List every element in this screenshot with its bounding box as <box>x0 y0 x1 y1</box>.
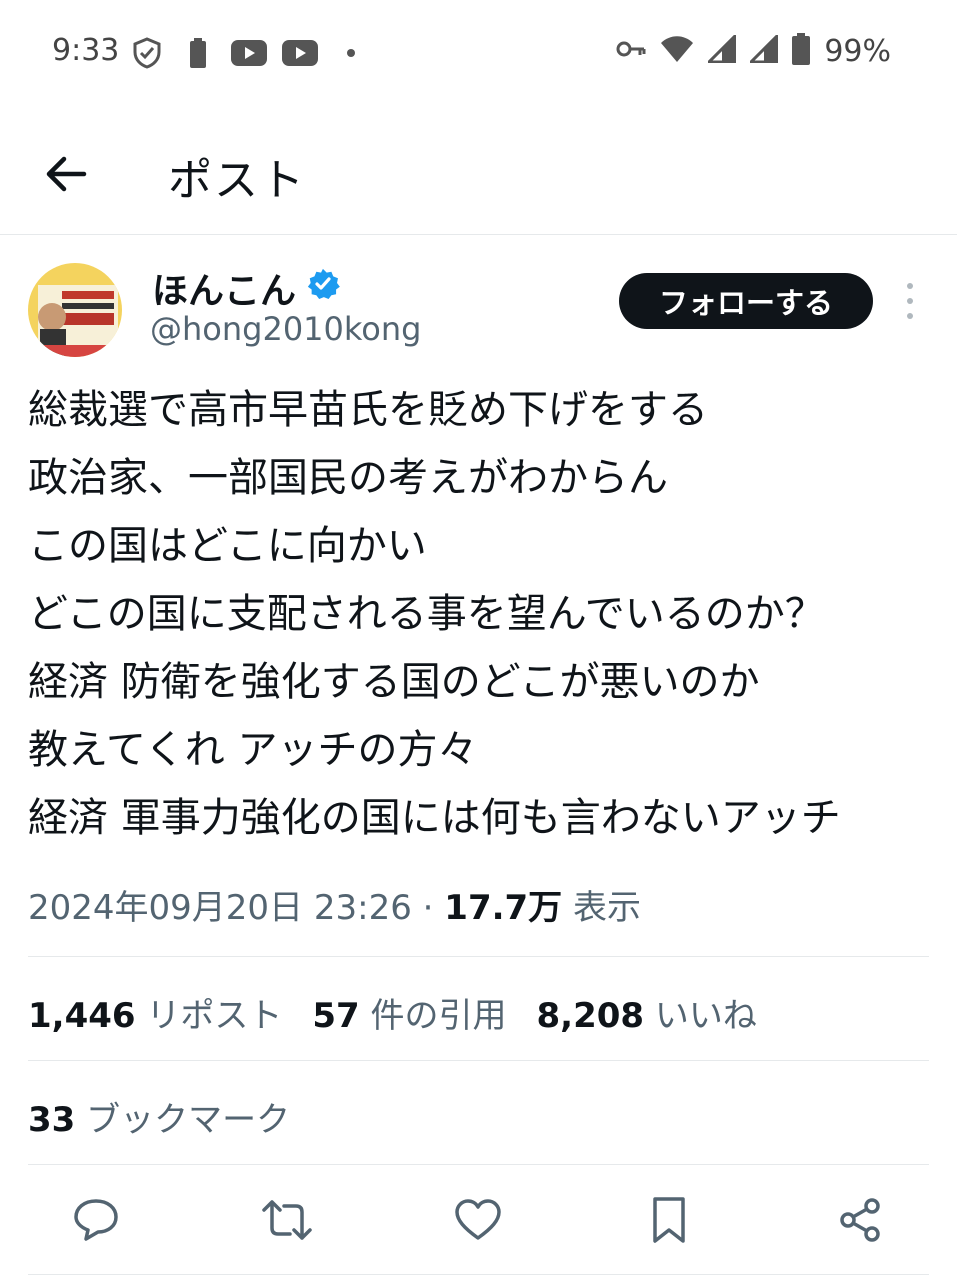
meta-separator: · <box>411 888 445 928</box>
follow-button[interactable]: フォローする <box>619 273 873 329</box>
author-name[interactable]: ほんこん <box>152 262 340 314</box>
arrow-left-icon <box>46 156 87 192</box>
quotes-stat[interactable]: 57 件の引用 <box>312 988 506 1037</box>
post-text-line: この国はどこに向かい <box>28 523 427 569</box>
status-icons-right: 99% <box>616 32 891 69</box>
divider <box>28 1164 929 1165</box>
status-time: 9:33 <box>52 33 120 68</box>
author-name-text: ほんこん <box>152 271 297 312</box>
like-heart-icon[interactable] <box>448 1190 508 1250</box>
signal-icon <box>705 32 737 67</box>
share-icon[interactable] <box>830 1190 890 1250</box>
likes-stat[interactable]: 8,208 いいね <box>537 988 757 1037</box>
divider <box>28 956 929 957</box>
quotes-label: 件の引用 <box>370 996 507 1036</box>
post-text-line: 経済 軍事力強化の国には何も言わないアッチ <box>28 795 841 841</box>
post-meta: 2024年09月20日 23:26 · 17.7万 表示 <box>28 880 641 929</box>
wifi-icon <box>660 35 694 67</box>
post-text-line: 経済 防衛を強化する国のどこが悪いのか <box>28 659 760 705</box>
post-timestamp[interactable]: 2024年09月20日 23:26 <box>28 888 412 928</box>
youtube-icon <box>231 36 267 70</box>
top-app-bar: ポスト <box>0 120 957 235</box>
bookmarks-count: 33 <box>28 1100 76 1140</box>
bookmark-icon[interactable] <box>639 1190 699 1250</box>
battery-percent: 99% <box>824 33 891 69</box>
avatar[interactable] <box>28 263 122 357</box>
page-title: ポスト <box>168 155 306 206</box>
post-text: 総裁選で高市早苗氏を貶め下げをする 政治家、一部国民の考えがわからん この国はど… <box>28 376 938 852</box>
quotes-count: 57 <box>312 996 360 1036</box>
battery-saver-icon <box>190 36 206 70</box>
reply-icon[interactable] <box>66 1190 126 1250</box>
divider <box>28 1060 929 1061</box>
reposts-label: リポスト <box>146 996 283 1036</box>
action-bar <box>0 1190 957 1252</box>
author-handle[interactable]: @hong2010kong <box>150 310 421 348</box>
likes-count: 8,208 <box>536 996 645 1036</box>
post-text-line: 教えてくれ アッチの方々 <box>28 727 478 773</box>
post-text-line: 政治家、一部国民の考えがわからん <box>28 455 668 501</box>
battery-icon <box>792 33 811 69</box>
repost-icon[interactable] <box>257 1190 317 1250</box>
key-icon <box>616 39 646 63</box>
dot-icon <box>346 36 356 70</box>
engagement-stats: 1,446 リポスト 57 件の引用 8,208 いいね <box>28 988 757 1037</box>
bookmarks-label: ブックマーク <box>86 1100 291 1140</box>
more-options-icon[interactable] <box>895 283 925 319</box>
signal-icon <box>747 32 779 67</box>
verified-badge-icon <box>306 267 340 310</box>
youtube-icon <box>282 36 318 70</box>
reposts-count: 1,446 <box>28 996 136 1036</box>
likes-label: いいね <box>654 996 757 1036</box>
post-text-line: どこの国に支配される事を望んでいるのか？ <box>28 591 825 637</box>
bookmarks-stat[interactable]: 33 ブックマーク <box>28 1092 290 1141</box>
status-bar: 9:33 99% <box>0 0 957 105</box>
reposts-stat[interactable]: 1,446 リポスト <box>28 988 282 1037</box>
post-text-line: 総裁選で高市早苗氏を貶め下げをする <box>28 387 708 433</box>
views-label: 表示 <box>562 888 641 928</box>
views-count: 17.7万 <box>444 888 563 928</box>
back-button[interactable] <box>40 148 92 200</box>
divider <box>28 1274 929 1275</box>
shield-icon <box>132 36 162 70</box>
